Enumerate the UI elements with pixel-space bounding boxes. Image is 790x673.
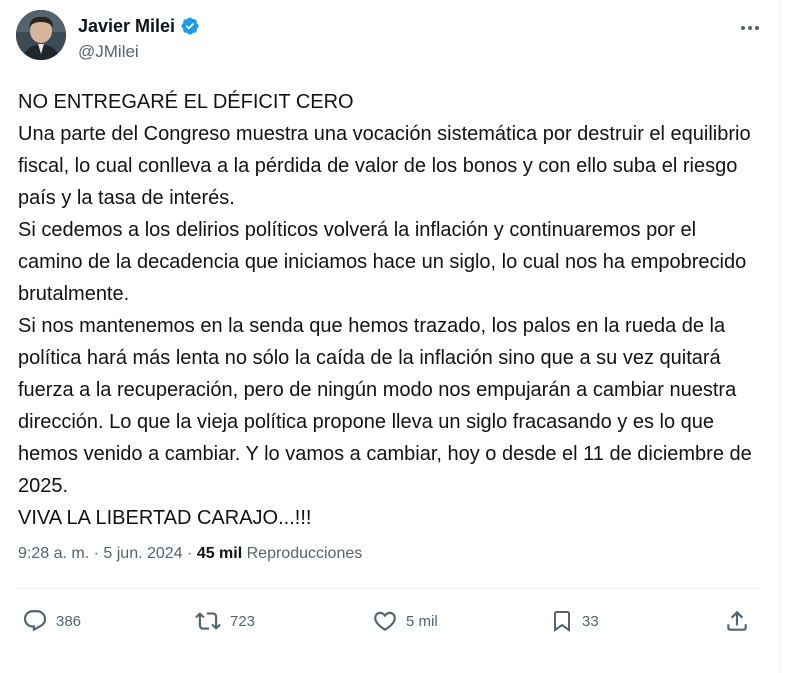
- share-button[interactable]: [724, 608, 750, 634]
- like-button[interactable]: 5 mil: [372, 608, 438, 634]
- more-options-icon[interactable]: [736, 18, 764, 38]
- tweet-paragraph: Una parte del Congreso muestra una vocac…: [18, 123, 751, 209]
- divider: [16, 588, 762, 589]
- repost-icon: [194, 608, 222, 634]
- tweet-header: Javier Milei @JMilei: [16, 10, 770, 66]
- bookmark-count: 33: [582, 612, 599, 630]
- avatar[interactable]: [16, 10, 66, 60]
- bookmark-icon: [550, 608, 574, 634]
- views-count: 45 mil: [196, 545, 243, 562]
- tweet-card: Javier Milei @JMilei NO ENTREGARÉ EL DÉF…: [0, 0, 790, 673]
- tweet-metadata: 9:28 a. m. · 5 jun. 2024 · 45 mil Reprod…: [18, 545, 362, 563]
- share-icon: [724, 608, 750, 634]
- views-label: Reproducciones: [246, 545, 363, 562]
- tweet-text: NO ENTREGARÉ EL DÉFICIT CERO Una parte d…: [18, 86, 758, 534]
- tweet-time[interactable]: 9:28 a. m.: [18, 545, 89, 562]
- tweet-paragraph: Si cedemos a los delirios políticos volv…: [18, 219, 747, 305]
- reply-icon: [22, 608, 48, 634]
- action-bar: 386 723 5 mil 33: [0, 600, 790, 644]
- timeline-border: [779, 0, 780, 673]
- bookmark-button[interactable]: 33: [550, 608, 599, 634]
- reply-button[interactable]: 386: [22, 608, 81, 634]
- author-handle[interactable]: @JMilei: [78, 42, 200, 62]
- repost-count: 723: [230, 612, 256, 630]
- tweet-paragraph: NO ENTREGARÉ EL DÉFICIT CERO: [18, 91, 354, 113]
- meta-separator: ·: [187, 545, 193, 562]
- repost-button[interactable]: 723: [194, 608, 255, 634]
- meta-separator: ·: [93, 545, 99, 562]
- reply-count: 386: [56, 612, 82, 630]
- author-names: Javier Milei @JMilei: [78, 14, 200, 62]
- tweet-date[interactable]: 5 jun. 2024: [103, 545, 182, 562]
- heart-icon: [372, 608, 398, 634]
- verified-badge-icon: [180, 16, 200, 36]
- tweet-paragraph: Si nos mantenemos en la senda que hemos …: [18, 315, 752, 497]
- tweet-paragraph: VIVA LA LIBERTAD CARAJO...!!!: [18, 507, 312, 529]
- author-display-name[interactable]: Javier Milei: [78, 16, 175, 37]
- like-count: 5 mil: [406, 612, 438, 630]
